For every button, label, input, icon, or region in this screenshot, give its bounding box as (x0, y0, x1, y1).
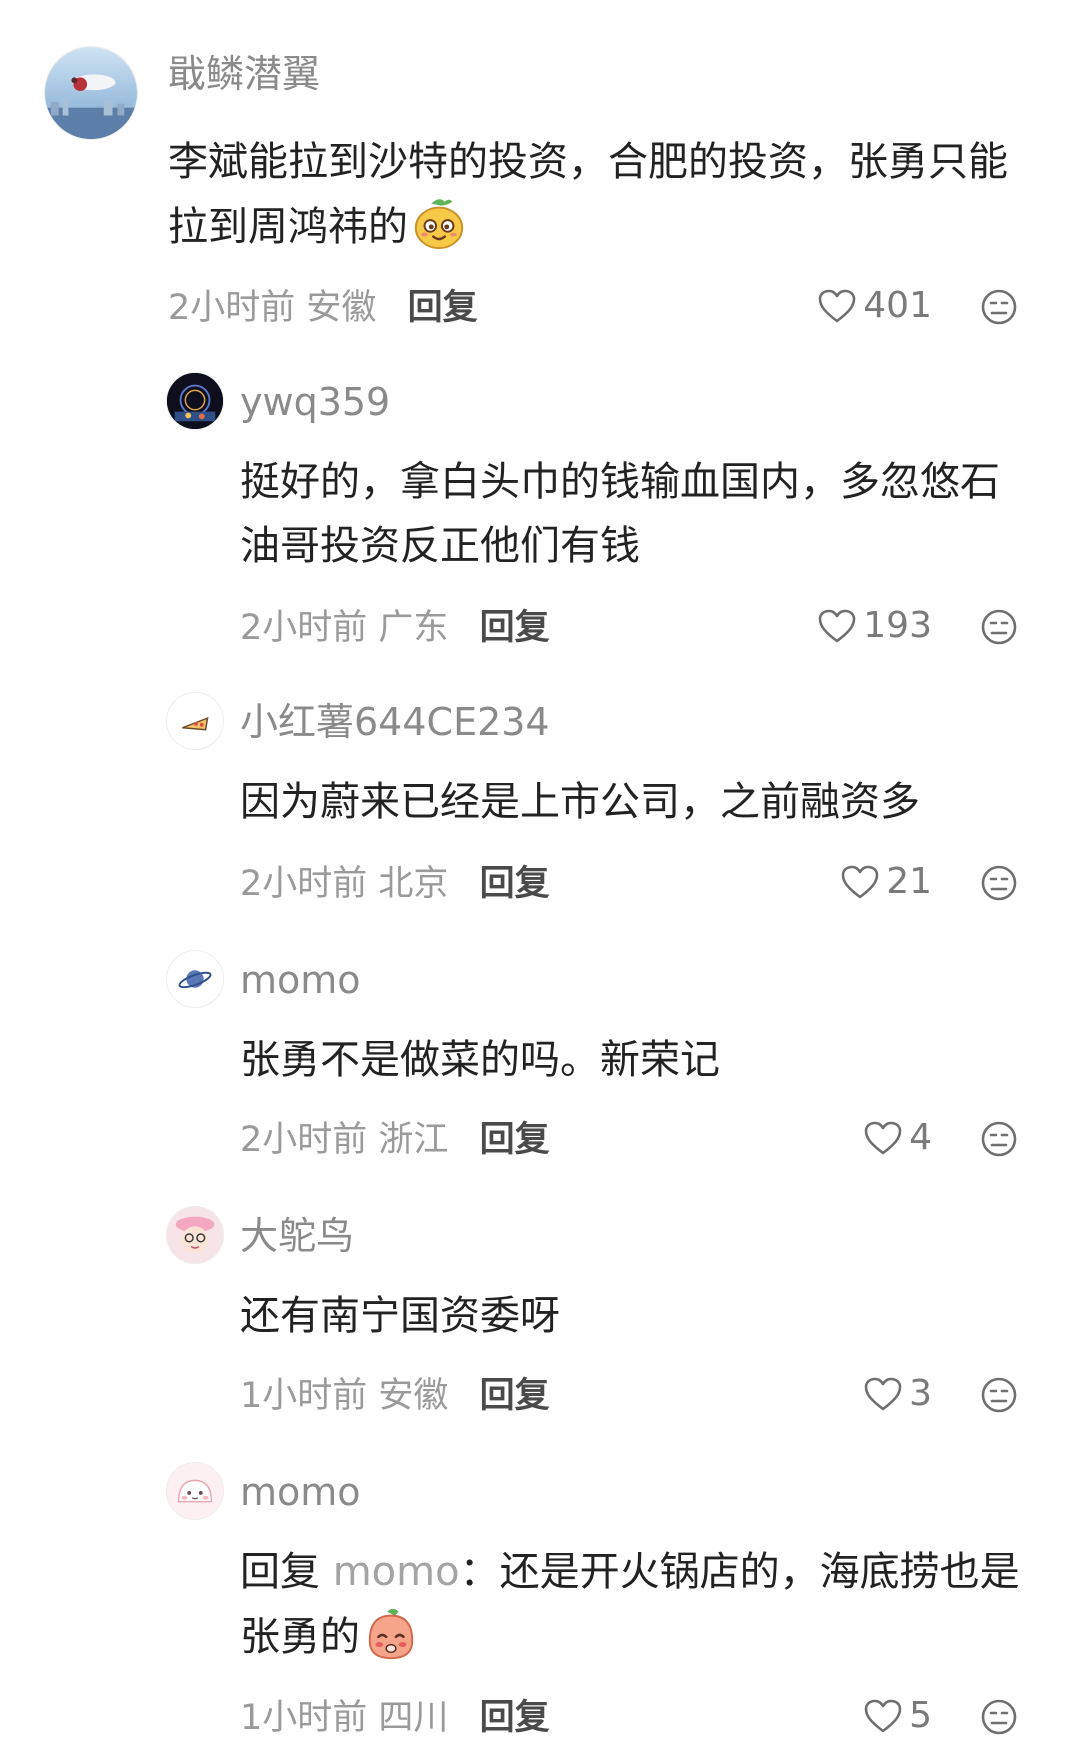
like-count: 4 (909, 1117, 932, 1158)
like-button[interactable]: 21 (840, 860, 932, 904)
like-count: 401 (863, 285, 932, 326)
like-count: 193 (863, 605, 932, 646)
meh-face-icon (981, 609, 1017, 645)
location: 四川 (378, 1698, 449, 1738)
avatar[interactable] (166, 1462, 224, 1520)
timestamp: 2小时前 (168, 288, 296, 328)
meh-face-icon (981, 1699, 1017, 1735)
location: 浙江 (378, 1120, 449, 1160)
dislike-button[interactable] (980, 1698, 1018, 1736)
heart-outline-icon (864, 1121, 902, 1155)
reply-target-username[interactable]: momo (333, 1549, 460, 1595)
comment-text: 因为蔚来已经是上市公司，之前融资多 (240, 779, 920, 825)
heart-outline-icon (818, 609, 856, 643)
like-count: 3 (909, 1373, 932, 1414)
comment-text: 挺好的，拿白头巾的钱输血国内，多忽悠石油哥投资反正他们有钱 (240, 459, 1000, 569)
timestamp: 2小时前 (240, 1120, 368, 1160)
meh-face-icon (981, 865, 1017, 901)
comment-meta: 1小时前 安徽 回复 (240, 1374, 550, 1418)
dislike-button[interactable] (980, 608, 1018, 646)
username[interactable]: ywq359 (240, 378, 390, 426)
meh-face-icon (981, 289, 1017, 325)
username[interactable]: 戢鳞潜翼 (168, 50, 320, 98)
like-count: 5 (909, 1695, 932, 1736)
location: 安徽 (378, 1376, 449, 1416)
location: 广东 (378, 608, 449, 648)
username[interactable]: momo (240, 1468, 361, 1516)
comment-meta: 2小时前 安徽 回复 (168, 286, 478, 330)
avatar[interactable] (166, 372, 224, 430)
reply-colon: ： (459, 1549, 500, 1595)
avatar[interactable] (44, 46, 138, 140)
reply-button[interactable]: 回复 (480, 1376, 550, 1416)
reply-button[interactable]: 回复 (480, 608, 550, 648)
comment-item: 戢鳞潜翼 李斌能拉到沙特的投资，合肥的投资，张勇只能拉到周鸿祎的 2小时前 安徽… (0, 0, 1080, 330)
meh-face-icon (981, 1121, 1017, 1157)
reply-button[interactable]: 回复 (408, 288, 478, 328)
reply-button[interactable]: 回复 (480, 864, 550, 904)
like-count: 21 (886, 861, 932, 902)
timestamp: 1小时前 (240, 1376, 368, 1416)
heart-outline-icon (841, 865, 879, 899)
like-button[interactable]: 3 (863, 1372, 932, 1416)
reply-button[interactable]: 回复 (480, 1120, 550, 1160)
location: 安徽 (306, 288, 377, 328)
dislike-button[interactable] (980, 288, 1018, 326)
comment-meta: 2小时前 广东 回复 (240, 606, 550, 650)
comment-meta: 1小时前 四川 回复 (240, 1696, 550, 1740)
comment-text: 还有南宁国资委呀 (240, 1293, 560, 1339)
username[interactable]: 大鸵鸟 (240, 1212, 354, 1260)
username[interactable]: 小红薯644CE234 (240, 698, 550, 746)
like-button[interactable]: 4 (863, 1116, 932, 1160)
shy-sticker-icon (362, 1604, 420, 1662)
dislike-button[interactable] (980, 864, 1018, 902)
reply-button[interactable]: 回复 (480, 1698, 550, 1738)
comment-meta: 2小时前 浙江 回复 (240, 1118, 550, 1162)
reply-prefix: 回复 (240, 1549, 320, 1595)
dislike-button[interactable] (980, 1120, 1018, 1158)
meh-face-icon (981, 1377, 1017, 1413)
timestamp: 1小时前 (240, 1698, 368, 1738)
like-button[interactable]: 5 (863, 1694, 932, 1738)
like-button[interactable]: 193 (817, 604, 932, 648)
dislike-button[interactable] (980, 1376, 1018, 1414)
smirk-sticker-icon (410, 194, 468, 252)
comment-text: 回复 momo：还是开火锅店的，海底捞也是张勇的 (240, 1540, 1036, 1669)
avatar[interactable] (166, 692, 224, 750)
heart-outline-icon (864, 1699, 902, 1733)
comment-text: 张勇不是做菜的吗。新荣记 (240, 1037, 720, 1083)
username[interactable]: momo (240, 956, 361, 1004)
avatar[interactable] (166, 950, 224, 1008)
comment-meta: 2小时前 北京 回复 (240, 862, 550, 906)
timestamp: 2小时前 (240, 608, 368, 648)
timestamp: 2小时前 (240, 864, 368, 904)
comment-text: 李斌能拉到沙特的投资，合肥的投资，张勇只能拉到周鸿祎的 (168, 130, 1040, 259)
avatar[interactable] (166, 1206, 224, 1264)
heart-outline-icon (864, 1377, 902, 1411)
comment-body: 李斌能拉到沙特的投资，合肥的投资，张勇只能拉到周鸿祎的 (168, 139, 1008, 250)
location: 北京 (378, 864, 449, 904)
like-button[interactable]: 401 (817, 284, 932, 328)
heart-outline-icon (818, 289, 856, 323)
